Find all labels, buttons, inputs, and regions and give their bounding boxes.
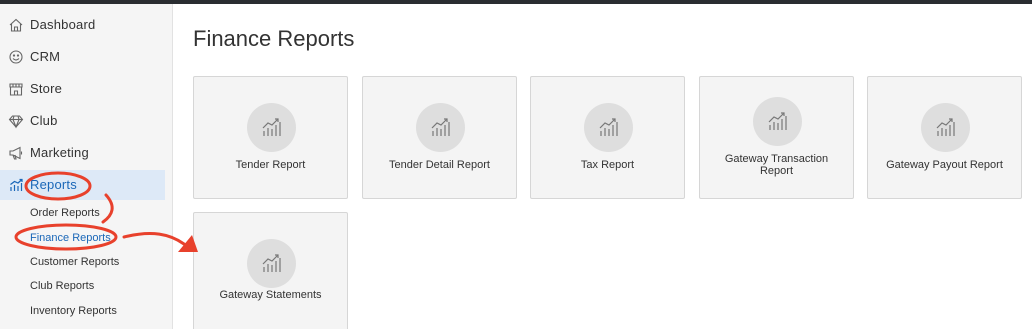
sidebar-item-dashboard[interactable]: Dashboard <box>0 10 165 40</box>
card-label: Tax Report <box>580 159 635 171</box>
chart-icon-circle <box>247 239 296 288</box>
report-card-gateway-statements[interactable]: Gateway Statements <box>193 212 348 329</box>
chart-trend-icon <box>936 118 955 136</box>
sidebar-item-crm[interactable]: CRM <box>0 42 165 72</box>
diamond-icon <box>8 115 24 129</box>
sub-item-inventory-reports[interactable]: Inventory Reports <box>30 305 117 317</box>
card-label: Gateway Transaction Report <box>724 153 829 177</box>
sidebar: Dashboard CRM Store Club Marketing Repor… <box>0 4 173 329</box>
report-card-tax-report[interactable]: Tax Report <box>530 76 685 199</box>
chart-icon-circle <box>921 103 970 152</box>
report-card-gateway-transaction-report[interactable]: Gateway Transaction Report <box>699 76 854 199</box>
chart-trend-icon <box>262 254 281 272</box>
report-card-tender-detail-report[interactable]: Tender Detail Report <box>362 76 517 199</box>
sidebar-item-label: Reports <box>30 177 77 192</box>
chart-trend-icon <box>768 112 787 130</box>
sub-item-club-reports[interactable]: Club Reports <box>30 280 94 292</box>
chart-trend-icon <box>599 118 618 136</box>
chart-icon-circle <box>247 103 296 152</box>
main-content: Finance Reports Tender Report Tender Det… <box>173 4 1032 329</box>
chart-icon-circle <box>416 103 465 152</box>
home-icon <box>9 18 23 32</box>
report-card-tender-report[interactable]: Tender Report <box>193 76 348 199</box>
report-card-gateway-payout-report[interactable]: Gateway Payout Report <box>867 76 1022 199</box>
reports-chart-icon <box>10 178 23 191</box>
sidebar-item-marketing[interactable]: Marketing <box>0 138 165 168</box>
sidebar-item-label: Store <box>30 81 63 96</box>
card-label: Gateway Payout Report <box>886 159 1003 171</box>
chart-trend-icon <box>431 118 450 136</box>
card-label: Tender Detail Report <box>389 159 490 171</box>
sub-item-finance-reports[interactable]: Finance Reports <box>30 232 111 244</box>
sidebar-item-label: CRM <box>30 49 61 64</box>
sidebar-item-store[interactable]: Store <box>0 74 165 104</box>
sub-item-customer-reports[interactable]: Customer Reports <box>30 256 119 268</box>
store-icon <box>9 83 23 96</box>
sidebar-item-label: Dashboard <box>30 17 96 32</box>
chart-icon-circle <box>584 103 633 152</box>
sub-item-order-reports[interactable]: Order Reports <box>30 207 100 219</box>
sidebar-item-label: Club <box>30 113 58 128</box>
megaphone-icon <box>9 146 23 160</box>
chart-trend-icon <box>262 118 281 136</box>
sidebar-item-club[interactable]: Club <box>0 106 165 136</box>
sidebar-item-reports[interactable]: Reports <box>0 170 165 200</box>
page-title: Finance Reports <box>193 26 355 51</box>
chart-icon-circle <box>753 97 802 146</box>
smiley-icon <box>9 50 23 64</box>
card-label: Gateway Statements <box>219 289 322 301</box>
card-label: Tender Report <box>235 159 306 171</box>
sidebar-item-label: Marketing <box>30 145 89 160</box>
